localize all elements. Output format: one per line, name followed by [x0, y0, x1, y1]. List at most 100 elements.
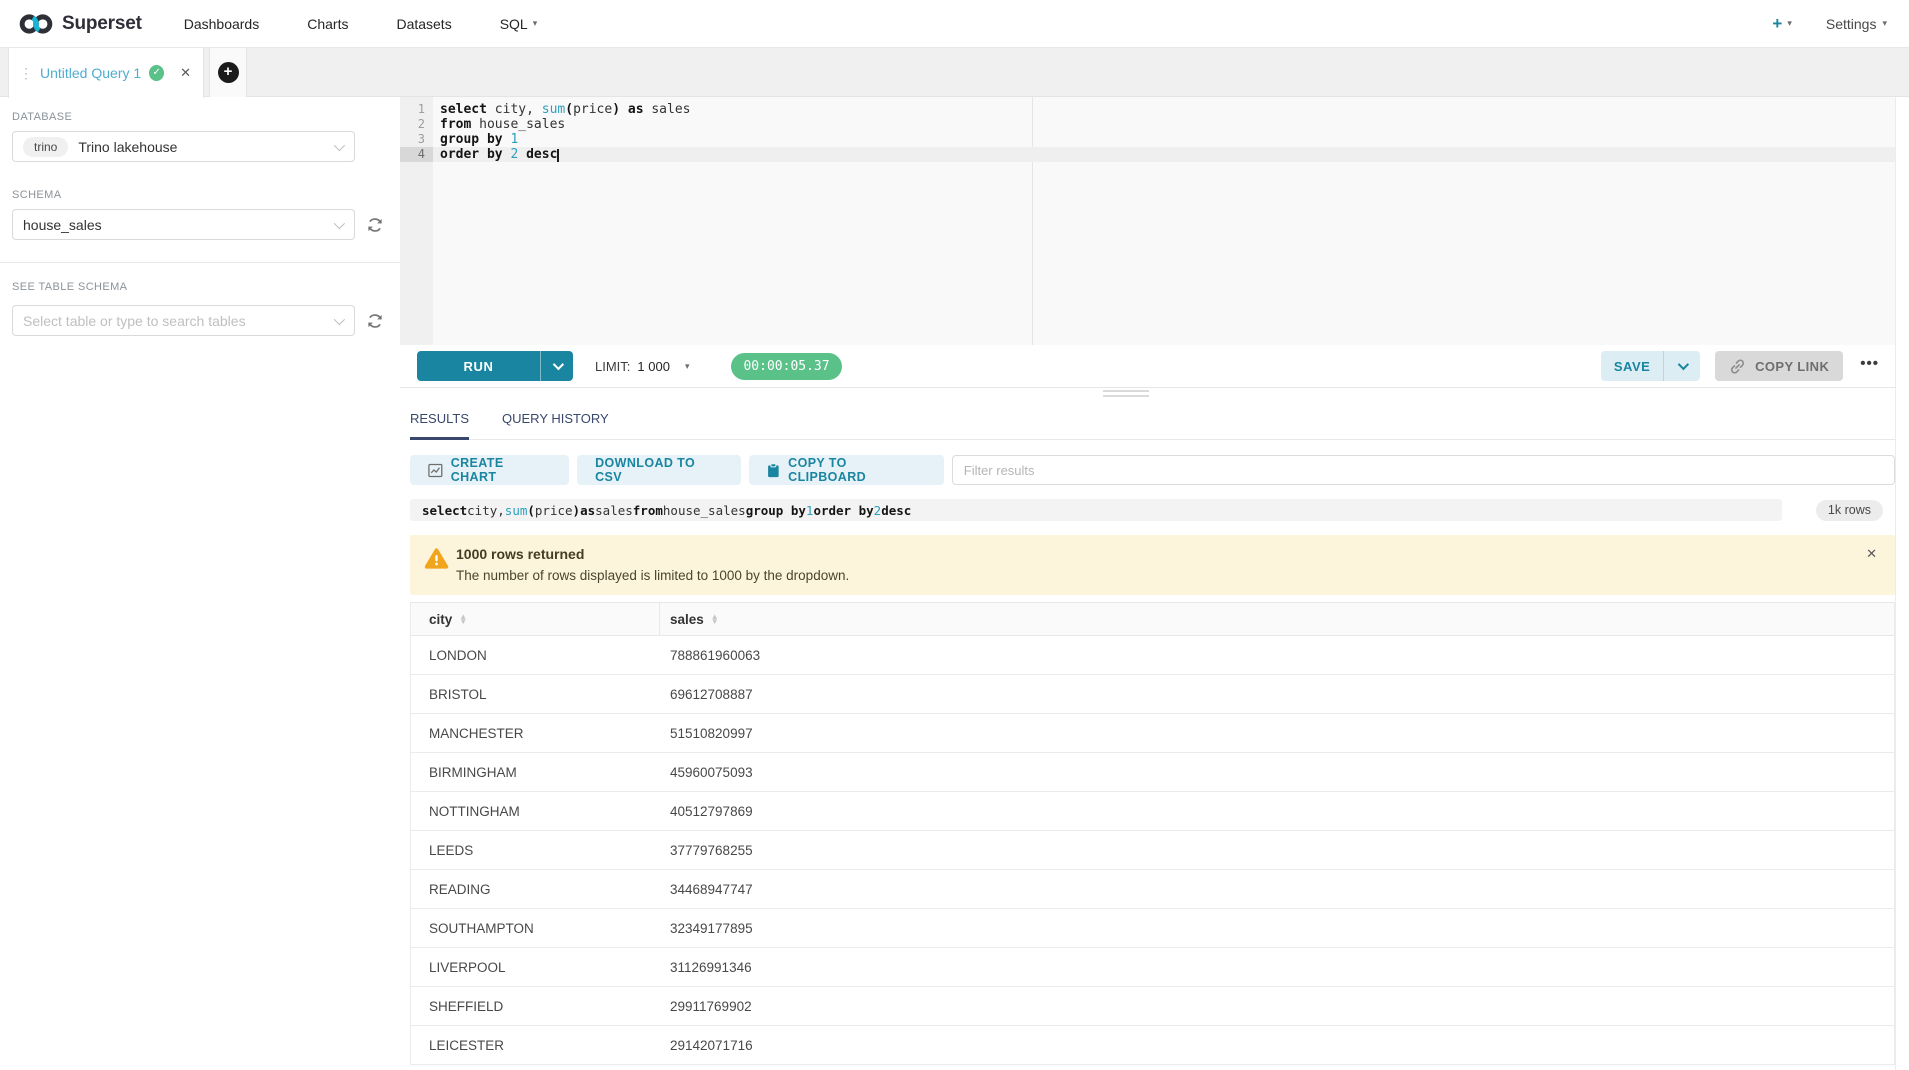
table-select[interactable]: Select table or type to search tables [12, 305, 355, 336]
create-chart-button[interactable]: CREATE CHART [410, 455, 569, 485]
chevron-down-icon [334, 314, 345, 325]
editor-gutter: 1234 [400, 97, 433, 345]
query-timer-badge: 00:00:05.37 [731, 353, 841, 380]
table-cell: 29911769902 [660, 987, 1894, 1025]
results-table: city ▲▼ sales ▲▼ LONDON788861960063BRIST… [410, 602, 1895, 1065]
nav-item-charts[interactable]: Charts [307, 16, 348, 32]
table-cell: LONDON [411, 636, 660, 674]
run-options-caret[interactable] [540, 351, 573, 381]
results-table-header: city ▲▼ sales ▲▼ [411, 602, 1894, 636]
link-icon [1729, 358, 1746, 375]
table-cell: 40512797869 [660, 792, 1894, 830]
pane-resize-handle[interactable] [1103, 390, 1149, 397]
nav-item-datasets[interactable]: Datasets [396, 16, 451, 32]
table-cell: 788861960063 [660, 636, 1894, 674]
sql-editor[interactable]: 1234 select city, sum(price) as salesfro… [400, 97, 1895, 345]
executed-query-text: select city, sum(price) as sales from ho… [410, 499, 1782, 521]
table-cell: NOTTINGHAM [411, 792, 660, 830]
query-success-check-icon: ✓ [149, 65, 164, 81]
chevron-down-icon: ▾ [1882, 18, 1887, 29]
results-actions-row: CREATE CHART DOWNLOAD TO CSV COPY TO CLI… [410, 455, 1895, 485]
row-count-badge: 1k rows [1816, 500, 1883, 521]
refresh-schemas-icon[interactable] [366, 216, 384, 234]
sidebar-divider [0, 262, 400, 263]
nav-item-sql[interactable]: SQL ▾ [500, 16, 538, 32]
table-cell: 51510820997 [660, 714, 1894, 752]
schema-select[interactable]: house_sales [12, 209, 355, 240]
table-row: LEEDS37779768255 [411, 831, 1894, 870]
results-tabs: RESULTS QUERY HISTORY [410, 397, 1895, 440]
database-select-value: Trino lakehouse [78, 139, 177, 155]
query-tab-bar: ⋮ Untitled Query 1 ✓ ✕ + [0, 48, 1909, 97]
column-header-city[interactable]: city ▲▼ [411, 603, 660, 635]
save-query-button[interactable]: SAVE [1601, 351, 1663, 381]
filter-results-input[interactable] [952, 455, 1895, 485]
download-csv-button[interactable]: DOWNLOAD TO CSV [577, 455, 741, 485]
table-select-placeholder: Select table or type to search tables [23, 313, 246, 329]
nav-item-dashboards[interactable]: Dashboards [184, 16, 260, 32]
tab-query-history[interactable]: QUERY HISTORY [502, 411, 609, 439]
chevron-down-icon [553, 359, 564, 370]
table-cell: SHEFFIELD [411, 987, 660, 1025]
table-row: BIRMINGHAM45960075093 [411, 753, 1894, 792]
table-cell: LEICESTER [411, 1026, 660, 1064]
executed-query-row: select city, sum(price) as sales from ho… [410, 499, 1895, 521]
sort-icon: ▲▼ [711, 614, 719, 624]
table-row: READING34468947747 [411, 870, 1894, 909]
table-row: LONDON788861960063 [411, 636, 1894, 675]
editor-code: select city, sum(price) as salesfrom hou… [433, 97, 1895, 162]
table-cell: LEEDS [411, 831, 660, 869]
table-cell: SOUTHAMPTON [411, 909, 660, 947]
chevron-down-icon: ▾ [1787, 18, 1792, 29]
refresh-tables-icon[interactable] [366, 312, 384, 330]
alert-title: 1000 rows returned [456, 546, 1855, 562]
copy-to-clipboard-button[interactable]: COPY TO CLIPBOARD [749, 455, 943, 485]
column-header-sales[interactable]: sales ▲▼ [660, 603, 1894, 635]
chevron-down-icon: ▾ [533, 18, 538, 29]
brand-name: Superset [62, 13, 142, 35]
save-options-caret[interactable] [1663, 351, 1700, 381]
new-item-button[interactable]: + ▾ [1772, 15, 1791, 32]
alert-message: The number of rows displayed is limited … [456, 568, 1855, 583]
close-alert-icon[interactable]: ✕ [1866, 546, 1877, 562]
chevron-down-icon [334, 218, 345, 229]
plus-circle-icon: + [218, 62, 239, 83]
chevron-down-icon [1678, 359, 1689, 370]
table-cell: 45960075093 [660, 753, 1894, 791]
database-label: DATABASE [12, 111, 400, 123]
superset-logo[interactable]: Superset [18, 11, 142, 37]
query-tab-title: Untitled Query 1 [40, 65, 141, 81]
table-row: LIVERPOOL31126991346 [411, 948, 1894, 987]
more-actions-button[interactable]: ••• [1858, 355, 1883, 378]
add-query-tab-button[interactable]: + [209, 48, 247, 97]
clipboard-icon [767, 463, 780, 478]
caret-down-icon: ▾ [685, 361, 690, 372]
database-select[interactable]: trino Trino lakehouse [12, 131, 355, 162]
table-row: BRISTOL69612708887 [411, 675, 1894, 714]
table-cell: BRISTOL [411, 675, 660, 713]
schema-label: SCHEMA [12, 189, 400, 201]
table-row: LEICESTER29142071716 [411, 1026, 1894, 1065]
settings-menu[interactable]: Settings ▾ [1826, 16, 1887, 32]
tab-results[interactable]: RESULTS [410, 411, 469, 439]
table-row: MANCHESTER51510820997 [411, 714, 1894, 753]
warning-icon [424, 547, 449, 570]
schema-select-value: house_sales [23, 217, 102, 233]
table-cell: 31126991346 [660, 948, 1894, 986]
sqllab-left-sidebar: DATABASE trino Trino lakehouse SCHEMA ho… [0, 97, 400, 1070]
run-query-button-group: RUN [417, 351, 573, 381]
row-limit-dropdown[interactable]: LIMIT: 1 000 ▾ [595, 359, 689, 374]
top-navbar: Superset Dashboards Charts Datasets SQL … [0, 0, 1909, 48]
query-tab-active[interactable]: ⋮ Untitled Query 1 ✓ ✕ [8, 48, 204, 98]
infinity-logo-icon [18, 11, 54, 37]
rows-returned-alert: 1000 rows returned The number of rows di… [410, 535, 1895, 595]
copy-link-button[interactable]: COPY LINK [1715, 351, 1843, 381]
drag-grip-icon[interactable]: ⋮ [19, 65, 32, 82]
database-engine-badge: trino [23, 137, 68, 157]
close-tab-icon[interactable]: ✕ [180, 65, 191, 81]
run-query-button[interactable]: RUN [417, 351, 540, 381]
table-cell: LIVERPOOL [411, 948, 660, 986]
table-cell: 29142071716 [660, 1026, 1894, 1064]
results-body: LONDON788861960063BRISTOL69612708887MANC… [411, 636, 1894, 1065]
table-row: SHEFFIELD29911769902 [411, 987, 1894, 1026]
